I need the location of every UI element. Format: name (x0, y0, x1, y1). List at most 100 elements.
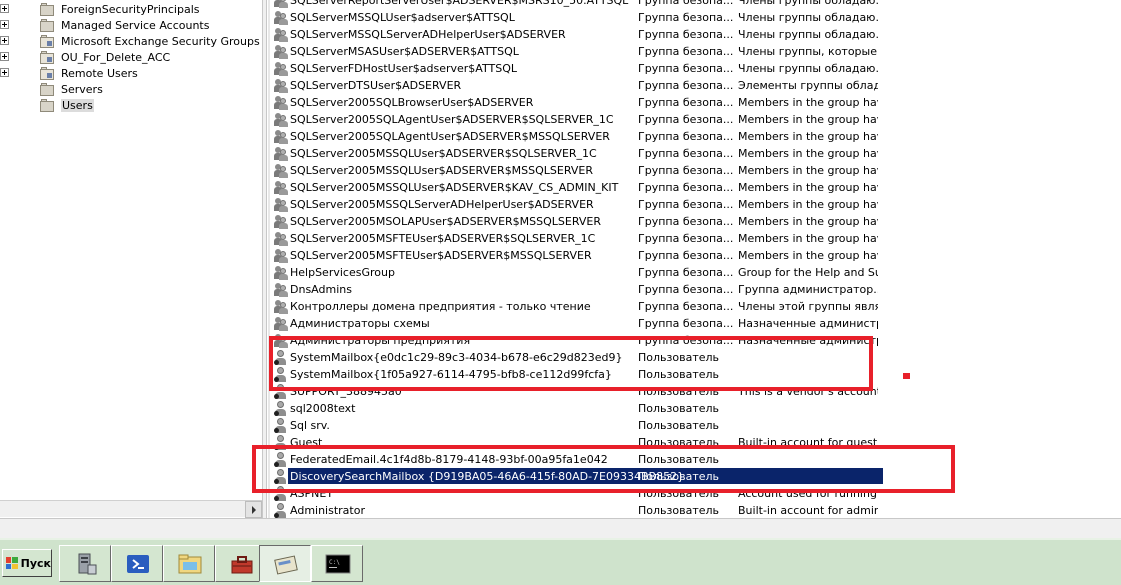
row-type: Группа безопа... (638, 11, 734, 24)
row-desc: Members in the group hav... (738, 96, 878, 109)
expand-plus-icon[interactable] (0, 36, 9, 45)
list-row[interactable]: Администраторы схемы Группа безопа... Назн… (268, 315, 1121, 332)
taskbar-button[interactable]: C:\ (311, 545, 363, 582)
expand-plus-icon[interactable] (0, 20, 9, 29)
tree-item[interactable]: Managed Service Accounts (0, 17, 210, 33)
start-button[interactable]: Пуск (2, 549, 52, 577)
group-icon (274, 231, 288, 246)
list-row[interactable]: SQLServer2005MSSQLUser$ADSERVER$KAV_CS_A… (268, 179, 1121, 196)
group-icon (274, 214, 288, 229)
group-icon (274, 163, 288, 178)
list-row[interactable]: SQLServerMSASUser$ADSERVER$ATTSQL Группа … (268, 43, 1121, 60)
row-desc: Члены группы обладаю... (738, 62, 878, 75)
list-row[interactable]: Sql srv. Пользователь (268, 417, 1121, 434)
row-name: Контроллеры домена предприятия - только … (290, 300, 591, 313)
expand-plus-icon[interactable] (0, 68, 9, 77)
ad-users-icon (273, 552, 299, 576)
tree-item-label: Microsoft Exchange Security Groups (61, 34, 260, 48)
list-row[interactable]: SQLServerMSSQLServerADHelperUser$ADSERVE… (268, 26, 1121, 43)
list-row[interactable]: SQLServer2005MSSQLUser$ADSERVER$MSSQLSER… (268, 162, 1121, 179)
row-name: SQLServer2005MSFTEUser$ADSERVER$MSSQLSER… (290, 249, 592, 262)
row-name: SQLServer2005SQLAgentUser$ADSERVER$MSSQL… (290, 130, 610, 143)
row-name: SQLServer2005MSSQLServerADHelperUser$ADS… (290, 198, 594, 211)
row-name: SQLServer2005MSSQLUser$ADSERVER$SQLSERVE… (290, 147, 597, 160)
tree-item[interactable]: Servers (26, 81, 103, 97)
user-icon (274, 418, 288, 433)
row-type: Группа безопа... (638, 62, 734, 75)
powershell-icon (125, 552, 151, 576)
row-type: Группа безопа... (638, 300, 734, 313)
row-name: SQLServer2005SQLBrowserUser$ADSERVER (290, 96, 534, 109)
folder-icon (40, 18, 56, 32)
row-desc: Элементы группы облад... (738, 79, 878, 92)
start-label: Пуск (20, 556, 51, 570)
list-row[interactable]: Контроллеры домена предприятия - только … (268, 298, 1121, 315)
row-name: DnsAdmins (290, 283, 352, 296)
list-row[interactable]: SQLServer2005MSOLAPUser$ADSERVER$MSSQLSE… (268, 213, 1121, 230)
list-row[interactable]: DnsAdmins Группа безопа... Группа админист… (268, 281, 1121, 298)
tree-item[interactable]: Remote Users (0, 65, 138, 81)
list-row[interactable]: SQLServerFDHostUser$adserver$ATTSQL Групп… (268, 60, 1121, 77)
taskbar-button[interactable] (111, 545, 163, 582)
tree-item[interactable]: ForeignSecurityPrincipals (0, 1, 200, 17)
row-desc: Members in the group hav... (738, 249, 878, 262)
row-desc: Members in the group hav... (738, 147, 878, 160)
organizational-unit-icon (40, 50, 56, 64)
group-icon (274, 316, 288, 331)
row-name: SQLServer2005MSFTEUser$ADSERVER$SQLSERVE… (290, 232, 596, 245)
console-tree: ForeignSecurityPrincipals Managed Service… (0, 0, 262, 500)
list-row[interactable]: HelpServicesGroup Группа безопа... Group f… (268, 264, 1121, 281)
annotation-box-discovery-mailbox (252, 445, 955, 493)
row-type: Пользователь (638, 504, 720, 517)
row-name: HelpServicesGroup (290, 266, 395, 279)
row-desc: Members in the group hav... (738, 113, 878, 126)
group-icon (274, 248, 288, 263)
list-row[interactable]: SQLServer2005MSFTEUser$ADSERVER$SQLSERVE… (268, 230, 1121, 247)
list-row[interactable]: SQLServer2005MSSQLUser$ADSERVER$SQLSERVE… (268, 145, 1121, 162)
taskbar-button[interactable] (163, 545, 215, 582)
list-row[interactable]: SQLServer2005MSSQLServerADHelperUser$ADS… (268, 196, 1121, 213)
scroll-right-arrow-icon[interactable] (245, 501, 262, 518)
group-icon (274, 282, 288, 297)
row-type: Пользователь (638, 402, 720, 415)
row-type: Группа безопа... (638, 215, 734, 228)
taskbar-button[interactable] (259, 545, 311, 582)
list-row[interactable]: SQLServerMSSQLUser$adserver$ATTSQL Группа… (268, 9, 1121, 26)
tree-item-label: Remote Users (61, 66, 138, 80)
pane-splitter[interactable] (262, 0, 267, 518)
group-icon (274, 61, 288, 76)
expand-plus-icon[interactable] (0, 4, 9, 13)
taskbar-button[interactable] (59, 545, 111, 582)
row-type: Группа безопа... (638, 266, 734, 279)
row-desc: Члены группы обладаю... (738, 28, 878, 41)
group-icon (274, 0, 288, 8)
expand-plus-icon[interactable] (0, 52, 9, 61)
list-row[interactable]: SQLServer2005SQLBrowserUser$ADSERVER Груп… (268, 94, 1121, 111)
row-type: Группа безопа... (638, 283, 734, 296)
tree-item-label: Managed Service Accounts (61, 18, 210, 32)
list-left-border (268, 0, 270, 518)
row-name: Sql srv. (290, 419, 330, 432)
tree-item[interactable]: Microsoft Exchange Security Groups (0, 33, 260, 49)
server-manager-icon (73, 552, 99, 576)
row-desc: Члены группы обладаю... (738, 0, 878, 7)
tree-horizontal-scrollbar[interactable] (0, 500, 262, 518)
row-desc: Члены группы, которые... (738, 45, 878, 58)
organizational-unit-icon (40, 66, 56, 80)
row-desc: Group for the Help and Su... (738, 266, 878, 279)
list-row[interactable]: SQLServer2005SQLAgentUser$ADSERVER$MSSQL… (268, 128, 1121, 145)
row-desc: Members in the group hav... (738, 215, 878, 228)
list-row[interactable]: SQLServer2005SQLAgentUser$ADSERVER$SQLSE… (268, 111, 1121, 128)
row-desc: Members in the group hav... (738, 232, 878, 245)
user-icon (274, 401, 288, 416)
row-type: Группа безопа... (638, 45, 734, 58)
tree-item[interactable]: Users (26, 97, 94, 113)
list-row[interactable]: SQLServerDTSUser$ADSERVER Группа безопа..… (268, 77, 1121, 94)
tree-item[interactable]: OU_For_Delete_ACC (0, 49, 170, 65)
row-name: SQLServer2005MSSQLUser$ADSERVER$MSSQLSER… (290, 164, 594, 177)
list-row[interactable]: SQLServerReportServerUser$ADSERVER$MSRS1… (268, 0, 1121, 9)
list-row[interactable]: sql2008text Пользователь (268, 400, 1121, 417)
list-row[interactable]: Administrator Пользователь Built-in accoun… (268, 502, 1121, 518)
list-row[interactable]: SQLServer2005MSFTEUser$ADSERVER$MSSQLSER… (268, 247, 1121, 264)
windows-logo-icon (6, 557, 18, 569)
